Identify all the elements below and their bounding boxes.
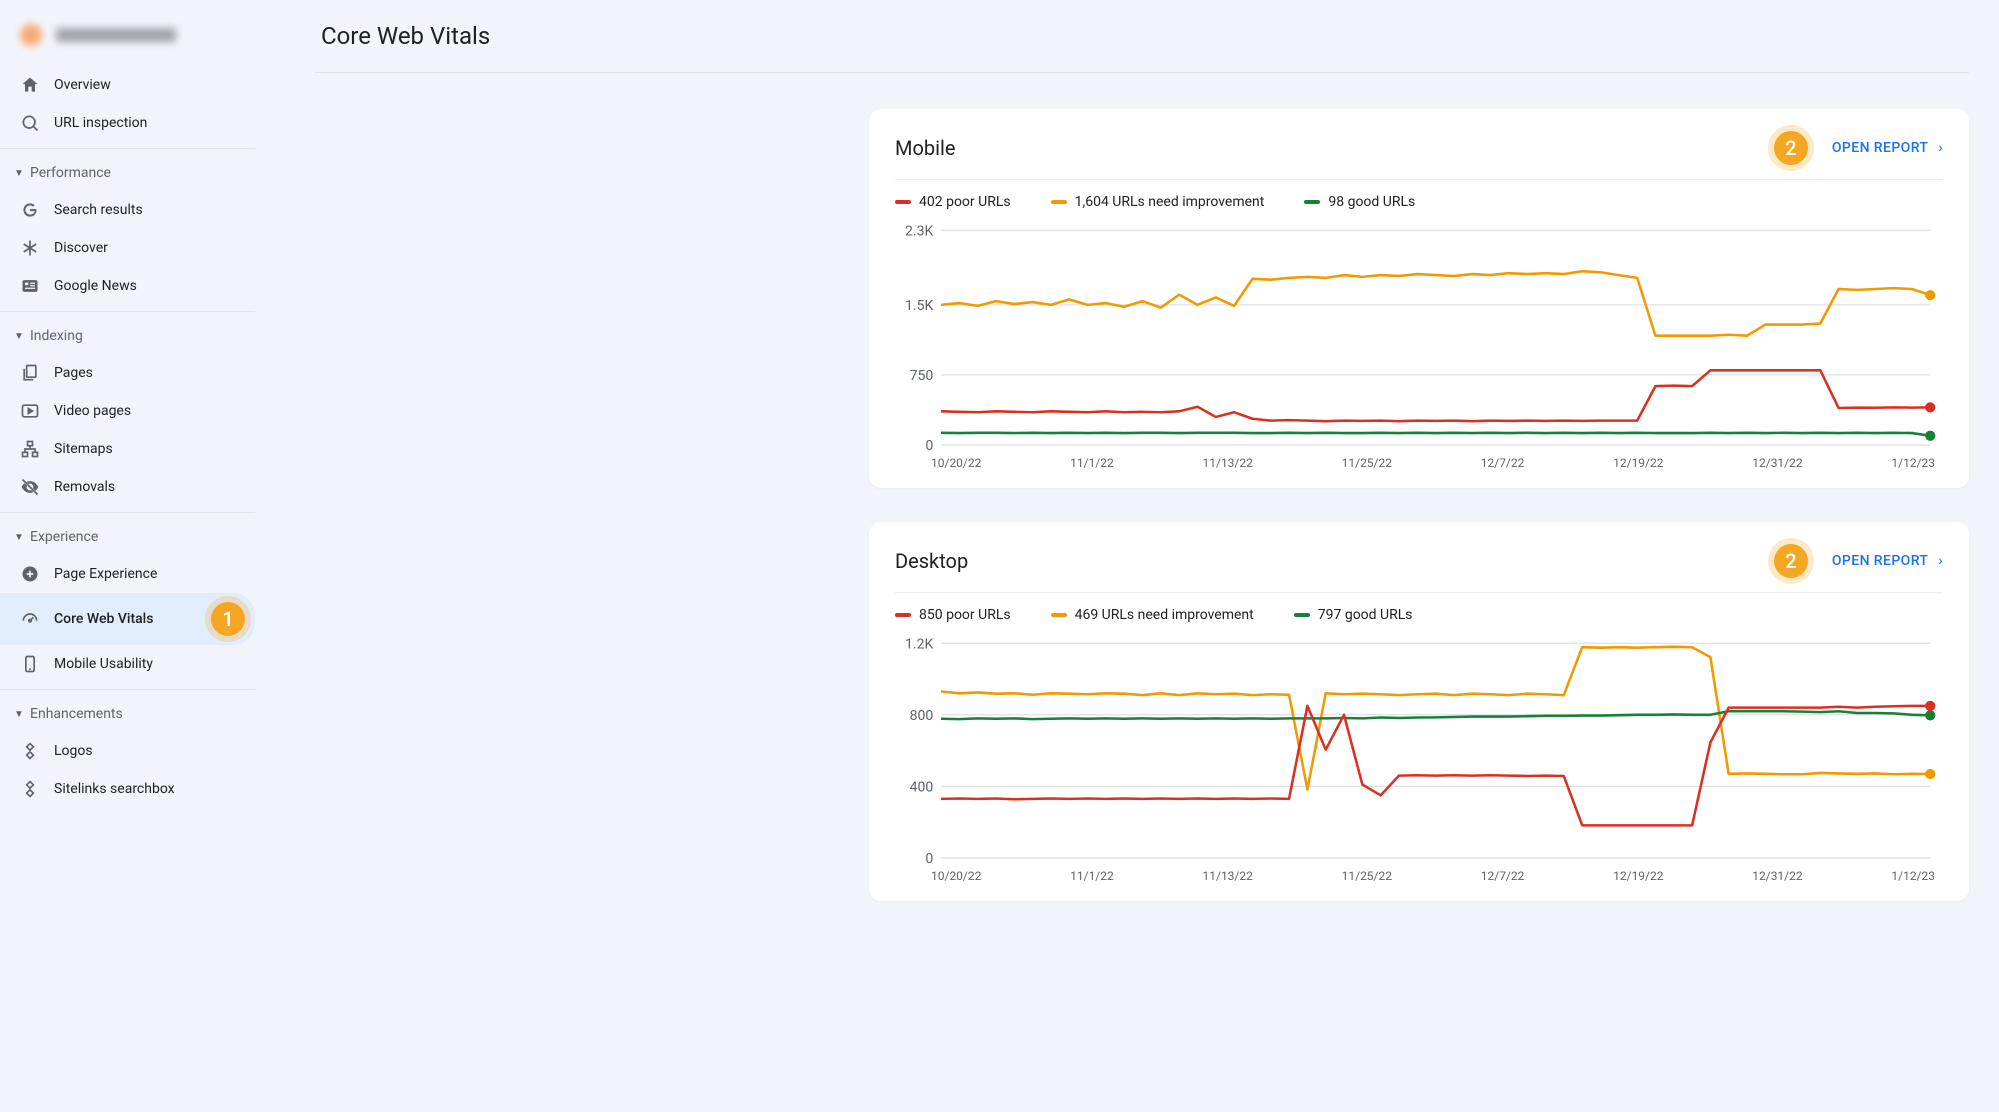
sidebar-section-indexing[interactable]: ▼Indexing: [0, 318, 255, 354]
sidebar-item-label: Sitelinks searchbox: [54, 781, 175, 797]
legend-swatch: [1304, 200, 1320, 204]
annotation-badge: 1: [211, 602, 245, 636]
sidebar-section-enhancements[interactable]: ▼Enhancements: [0, 696, 255, 732]
legend-swatch: [1051, 613, 1067, 617]
removals-icon: [20, 477, 40, 497]
sidebar-item-overview[interactable]: Overview: [0, 66, 255, 104]
svg-text:800: 800: [910, 708, 934, 724]
chart-x-axis: 10/20/2211/1/2211/13/2211/25/2212/7/2212…: [895, 450, 1943, 470]
sidebar-item-label: Core Web Vitals: [54, 611, 153, 627]
chart-desktop: 0 400 800 1.2K: [895, 633, 1943, 863]
sidebar-item-label: Google News: [54, 278, 137, 294]
page-title: Core Web Vitals: [315, 0, 1969, 73]
legend-item-need: 469 URLs need improvement: [1051, 607, 1254, 623]
legend-swatch: [895, 613, 911, 617]
sidebar-item-label: Removals: [54, 479, 115, 495]
chevron-down-icon: ▼: [10, 709, 28, 720]
legend-swatch: [895, 200, 911, 204]
sidebar: Overview URL inspection ▼Performance Searc…: [0, 0, 255, 1112]
card-mobile: Mobile 2 OPEN REPORT› 402 poor URLs 1,604 UR…: [869, 109, 1969, 488]
svg-text:750: 750: [910, 368, 934, 384]
chevron-down-icon: ▼: [10, 331, 28, 342]
sidebar-item-mobile-usability[interactable]: Mobile Usability: [0, 645, 255, 683]
chevron-down-icon: ▼: [10, 532, 28, 543]
sidebar-item-label: Search results: [54, 202, 143, 218]
chevron-right-icon: ›: [1938, 140, 1943, 156]
sidebar-item-video-pages[interactable]: Video pages: [0, 392, 255, 430]
svg-text:400: 400: [910, 780, 934, 796]
sidebar-item-label: Logos: [54, 743, 93, 759]
search-icon: [20, 113, 40, 133]
legend-item-need: 1,604 URLs need improvement: [1051, 194, 1265, 210]
sidebar-item-logos[interactable]: Logos: [0, 732, 255, 770]
card-title: Desktop: [895, 549, 968, 573]
svg-text:0: 0: [925, 851, 933, 863]
mobile-icon: [20, 654, 40, 674]
sidebar-item-search-results[interactable]: Search results: [0, 191, 255, 229]
annotation-badge: 2: [1774, 544, 1808, 578]
card-title: Mobile: [895, 136, 955, 160]
legend-item-good: 98 good URLs: [1304, 194, 1415, 210]
diamond-icon: [20, 741, 40, 761]
sidebar-item-sitelinks-searchbox[interactable]: Sitelinks searchbox: [0, 770, 255, 808]
sidebar-item-url-inspection[interactable]: URL inspection: [0, 104, 255, 142]
sidebar-item-removals[interactable]: Removals: [0, 468, 255, 506]
sidebar-item-discover[interactable]: Discover: [0, 229, 255, 267]
svg-text:0: 0: [925, 438, 933, 450]
legend-item-poor: 402 poor URLs: [895, 194, 1011, 210]
sidebar-item-core-web-vitals[interactable]: Core Web Vitals 1: [0, 593, 255, 645]
main-content: Core Web Vitals Mobile 2 OPEN REPORT› 402 p…: [255, 0, 1999, 1112]
speed-icon: [20, 609, 40, 629]
chart-x-axis: 10/20/2211/1/2211/13/2211/25/2212/7/2212…: [895, 863, 1943, 883]
sitemaps-icon: [20, 439, 40, 459]
sidebar-item-label: Overview: [54, 77, 111, 93]
sidebar-section-experience[interactable]: ▼Experience: [0, 519, 255, 555]
svg-text:2.3K: 2.3K: [905, 223, 933, 239]
chart-legend: 850 poor URLs 469 URLs need improvement 79…: [895, 593, 1943, 633]
sidebar-item-sitemaps[interactable]: Sitemaps: [0, 430, 255, 468]
property-selector[interactable]: [0, 10, 255, 66]
chevron-right-icon: ›: [1938, 553, 1943, 569]
chart-mobile: 0 750 1.5K 2.3K: [895, 220, 1943, 450]
sidebar-item-google-news[interactable]: Google News: [0, 267, 255, 305]
card-desktop: Desktop 2 OPEN REPORT› 850 poor URLs 469 URL…: [869, 522, 1969, 901]
plus-icon: [20, 564, 40, 584]
chart-legend: 402 poor URLs 1,604 URLs need improvement…: [895, 180, 1943, 220]
sidebar-item-label: Pages: [54, 365, 93, 381]
sidebar-item-page-experience[interactable]: Page Experience: [0, 555, 255, 593]
pages-icon: [20, 363, 40, 383]
home-icon: [20, 75, 40, 95]
annotation-badge: 2: [1774, 131, 1808, 165]
news-icon: [20, 276, 40, 296]
legend-swatch: [1294, 613, 1310, 617]
open-report-button[interactable]: OPEN REPORT›: [1832, 140, 1943, 156]
g-icon: [20, 200, 40, 220]
legend-swatch: [1051, 200, 1067, 204]
asterisk-icon: [20, 238, 40, 258]
svg-text:1.2K: 1.2K: [905, 636, 933, 652]
chevron-down-icon: ▼: [10, 168, 28, 179]
sidebar-item-label: URL inspection: [54, 115, 147, 131]
open-report-button[interactable]: OPEN REPORT›: [1832, 553, 1943, 569]
sidebar-item-label: Page Experience: [54, 566, 157, 582]
sidebar-item-label: Sitemaps: [54, 441, 113, 457]
sidebar-item-label: Video pages: [54, 403, 131, 419]
sidebar-item-label: Mobile Usability: [54, 656, 153, 672]
sidebar-item-label: Discover: [54, 240, 108, 256]
legend-item-good: 797 good URLs: [1294, 607, 1413, 623]
video-icon: [20, 401, 40, 421]
sidebar-section-performance[interactable]: ▼Performance: [0, 155, 255, 191]
diamond-icon: [20, 779, 40, 799]
legend-item-poor: 850 poor URLs: [895, 607, 1011, 623]
svg-text:1.5K: 1.5K: [905, 298, 933, 314]
sidebar-item-pages[interactable]: Pages: [0, 354, 255, 392]
